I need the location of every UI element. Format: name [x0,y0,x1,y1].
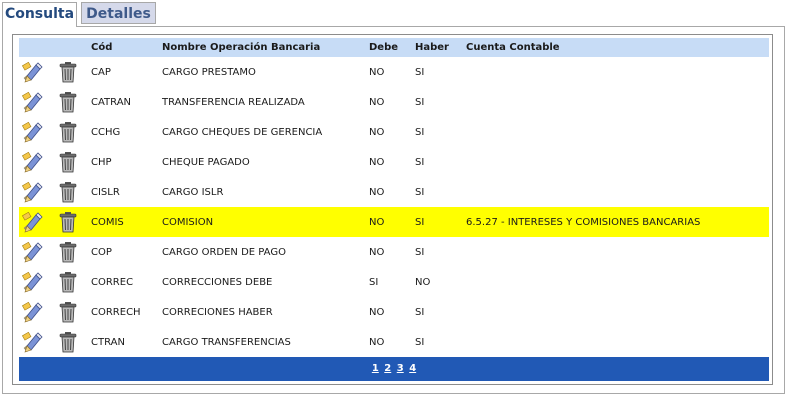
cell-cod: COMIS [89,207,160,237]
header-cuenta[interactable]: Cuenta Contable [464,38,769,57]
trash-can-icon[interactable] [57,271,79,293]
header-cod[interactable]: Cód [89,38,160,57]
cell-haber: SI [413,207,464,237]
cell-nombre: CHEQUE PAGADO [162,156,250,168]
trash-can-icon[interactable] [57,331,79,353]
table-header-row: Cód Nombre Operación Bancaria Debe Haber… [19,38,769,57]
operations-table: Cód Nombre Operación Bancaria Debe Haber… [19,38,769,357]
table-row[interactable]: CAP CARGO PRESTAMO NO SI [19,57,769,87]
edit-pencil-icon[interactable] [21,61,43,83]
cell-nombre: TRANSFERENCIA REALIZADA [162,96,305,108]
tab-detalles[interactable]: Detalles [81,2,156,24]
cell-cod: COP [91,246,112,258]
cell-nombre: CORRECCIONES DEBE [162,276,273,288]
cell-cuenta [464,57,769,87]
edit-pencil-icon[interactable] [21,121,43,143]
header-debe[interactable]: Debe [367,38,413,57]
cell-cuenta [464,237,769,267]
table-row[interactable]: CCHG CARGO CHEQUES DE GERENCIA NO SI [19,117,769,147]
cell-cuenta [464,327,769,357]
cell-haber: SI [415,96,425,108]
edit-pencil-icon[interactable] [21,241,43,263]
page-link-1[interactable]: 1 [372,363,379,374]
table-row[interactable]: CATRAN TRANSFERENCIA REALIZADA NO SI [19,87,769,117]
page-link-3[interactable]: 3 [397,363,404,374]
cell-debe: NO [367,207,413,237]
table-row[interactable]: COMIS COMISION NO SI 6.5.27 - INTERESES Y CO… [19,207,769,237]
header-haber[interactable]: Haber [413,38,464,57]
tab-panel: Cód Nombre Operación Bancaria Debe Haber… [2,26,785,394]
cell-nombre: CARGO TRANSFERENCIAS [162,336,291,348]
pagination: 1 2 3 4 [19,357,769,381]
cell-haber: SI [415,156,425,168]
cell-haber: NO [415,276,431,288]
cell-haber: SI [415,246,425,258]
cell-cod: CORRECH [91,306,141,318]
cell-nombre: CARGO ORDEN DE PAGO [162,246,286,258]
cell-nombre: CARGO PRESTAMO [162,66,256,78]
table-row[interactable]: CISLR CARGO ISLR NO SI [19,177,769,207]
cell-cod: CCHG [91,126,121,138]
cell-nombre: CARGO ISLR [162,186,224,198]
header-delete [55,38,89,57]
cell-haber: SI [415,306,425,318]
table-row[interactable]: COP CARGO ORDEN DE PAGO NO SI [19,237,769,267]
trash-can-icon[interactable] [57,301,79,323]
trash-can-icon[interactable] [57,121,79,143]
page-link-4[interactable]: 4 [409,363,416,374]
cell-cuenta [464,267,769,297]
cell-nombre: CORRECIONES HABER [162,306,273,318]
cell-debe: SI [369,276,379,288]
tab-consulta[interactable]: Consulta [2,2,77,27]
table-row[interactable]: CORREC CORRECCIONES DEBE SI NO [19,267,769,297]
cell-nombre: CARGO CHEQUES DE GERENCIA [162,126,323,138]
header-nombre[interactable]: Nombre Operación Bancaria [160,38,367,57]
cell-cuenta [464,177,769,207]
cell-debe: NO [369,186,385,198]
cell-cod: CORREC [91,276,134,288]
cell-debe: NO [369,306,385,318]
cell-cod: CTRAN [91,336,125,348]
cell-debe: NO [369,96,385,108]
cell-debe: NO [369,156,385,168]
cell-cod: CHP [91,156,112,168]
edit-pencil-icon[interactable] [21,331,43,353]
cell-cuenta [464,147,769,177]
trash-can-icon[interactable] [57,91,79,113]
table-row[interactable]: CORRECH CORRECIONES HABER NO SI [19,297,769,327]
cell-haber: SI [415,186,425,198]
cell-debe: NO [369,66,385,78]
cell-debe: NO [369,246,385,258]
trash-can-icon[interactable] [57,211,79,233]
cell-cod: CISLR [91,186,120,198]
edit-pencil-icon[interactable] [21,151,43,173]
edit-pencil-icon[interactable] [21,211,43,233]
edit-pencil-icon[interactable] [21,91,43,113]
trash-can-icon[interactable] [57,151,79,173]
page-link-2[interactable]: 2 [384,363,391,374]
cell-haber: SI [415,336,425,348]
cell-debe: NO [369,126,385,138]
cell-cuenta [464,117,769,147]
trash-can-icon[interactable] [57,241,79,263]
header-edit [19,38,55,57]
table-row[interactable]: CTRAN CARGO TRANSFERENCIAS NO SI [19,327,769,357]
cell-haber: SI [415,126,425,138]
cell-debe: NO [369,336,385,348]
edit-pencil-icon[interactable] [21,301,43,323]
cell-cuenta [464,87,769,117]
trash-can-icon[interactable] [57,181,79,203]
cell-cod: CATRAN [91,96,132,108]
edit-pencil-icon[interactable] [21,181,43,203]
cell-cod: CAP [91,66,111,78]
cell-nombre: COMISION [160,207,367,237]
cell-cuenta: 6.5.27 - INTERESES Y COMISIONES BANCARIA… [464,207,769,237]
cell-haber: SI [415,66,425,78]
table-row[interactable]: CHP CHEQUE PAGADO NO SI [19,147,769,177]
edit-pencil-icon[interactable] [21,271,43,293]
cell-cuenta [464,297,769,327]
results-frame: Cód Nombre Operación Bancaria Debe Haber… [12,34,773,385]
trash-can-icon[interactable] [57,61,79,83]
